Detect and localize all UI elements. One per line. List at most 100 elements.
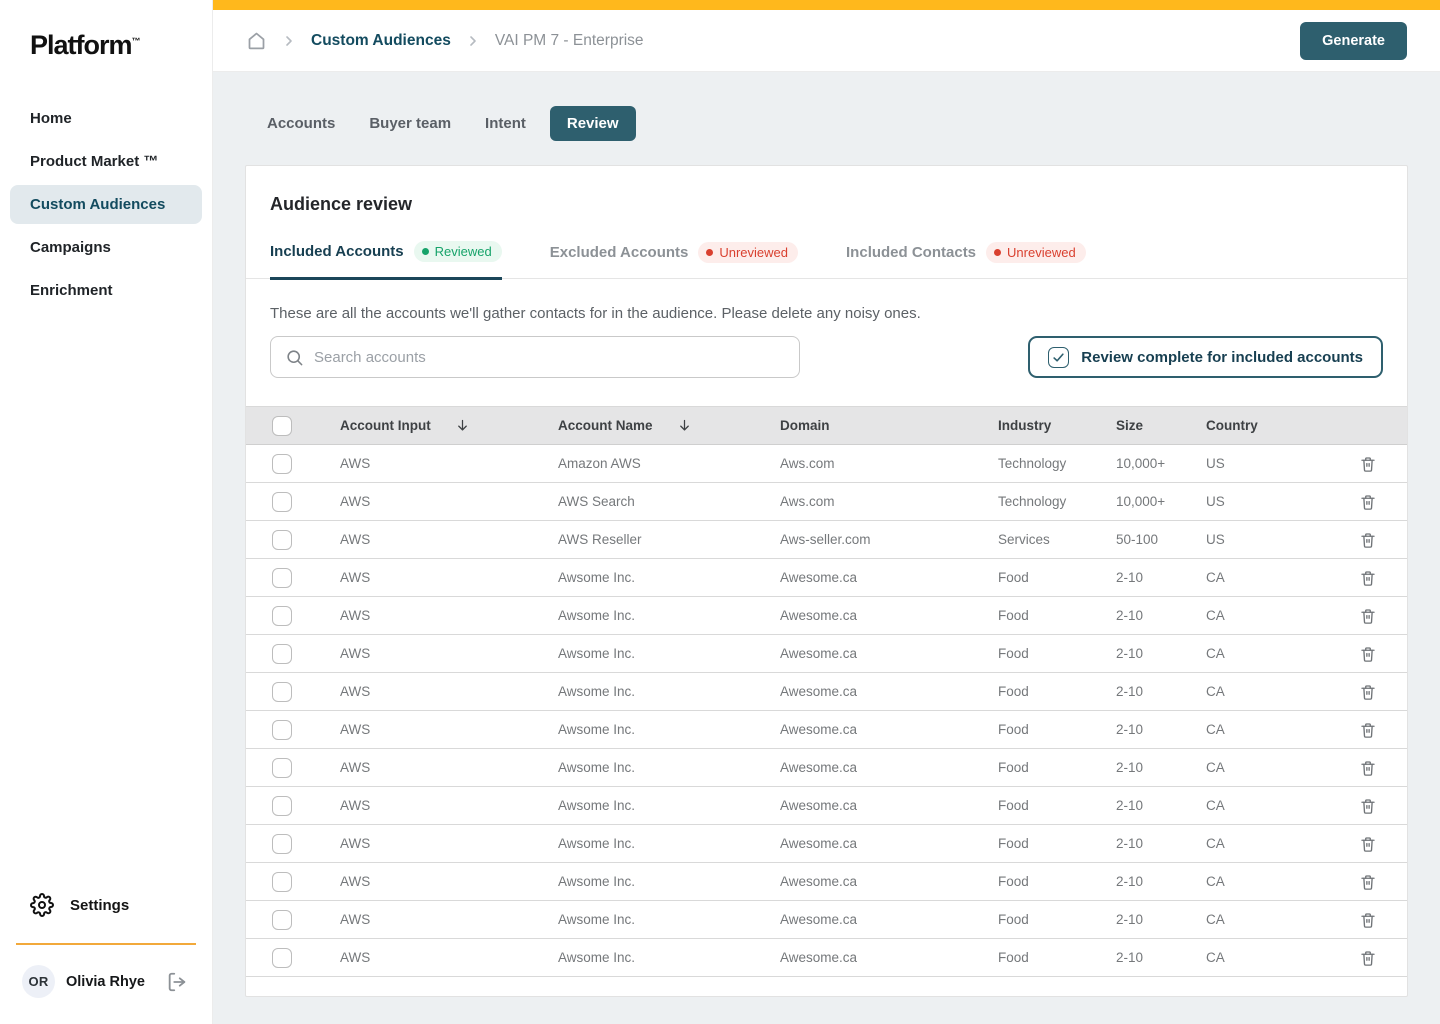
delete-row-button[interactable] — [1356, 452, 1380, 476]
row-checkbox[interactable] — [272, 568, 292, 588]
cell-size: 2-10 — [1116, 646, 1206, 661]
description-text: These are all the accounts we'll gather … — [246, 279, 1407, 322]
cell-size: 10,000+ — [1116, 456, 1206, 471]
user-profile[interactable]: OR Olivia Rhye — [0, 961, 212, 1002]
chevron-right-icon — [281, 33, 297, 49]
delete-row-button[interactable] — [1356, 832, 1380, 856]
sidebar: Platform™ Home Product Market ™ Custom A… — [0, 0, 213, 1024]
accounts-table: Account Input Account Name Domain Indust… — [246, 406, 1407, 996]
cell-account-input: AWS — [340, 646, 558, 661]
trash-icon — [1359, 493, 1377, 511]
cell-domain: Awesome.ca — [780, 722, 998, 737]
cell-industry: Services — [998, 532, 1116, 547]
tab-intent[interactable]: Intent — [475, 106, 536, 141]
column-header-industry: Industry — [998, 418, 1051, 433]
row-checkbox[interactable] — [272, 720, 292, 740]
top-header: Custom Audiences VAI PM 7 - Enterprise G… — [213, 10, 1440, 72]
select-all-checkbox[interactable] — [272, 416, 292, 436]
checked-checkbox-icon — [1048, 347, 1069, 368]
cell-country: CA — [1206, 684, 1329, 699]
sort-descending-icon[interactable] — [455, 418, 470, 433]
delete-row-button[interactable] — [1356, 642, 1380, 666]
subtab-included-contacts[interactable]: Included Contacts Unreviewed — [846, 241, 1086, 278]
settings-button[interactable]: Settings — [0, 881, 212, 929]
row-checkbox[interactable] — [272, 834, 292, 854]
row-checkbox[interactable] — [272, 910, 292, 930]
cell-industry: Technology — [998, 456, 1116, 471]
cell-industry: Food — [998, 874, 1116, 889]
table-row: AWS Awsome Inc. Awesome.ca Food 2-10 CA — [246, 939, 1407, 977]
delete-row-button[interactable] — [1356, 946, 1380, 970]
logout-button[interactable] — [164, 969, 190, 995]
row-checkbox[interactable] — [272, 606, 292, 626]
sidebar-item-product-market[interactable]: Product Market ™ — [10, 142, 202, 181]
trash-icon — [1359, 531, 1377, 549]
tab-accounts[interactable]: Accounts — [257, 106, 345, 141]
user-name: Olivia Rhye — [66, 974, 164, 990]
delete-row-button[interactable] — [1356, 756, 1380, 780]
sidebar-item-home[interactable]: Home — [10, 99, 202, 138]
delete-row-button[interactable] — [1356, 870, 1380, 894]
delete-row-button[interactable] — [1356, 680, 1380, 704]
sidebar-item-campaigns[interactable]: Campaigns — [10, 228, 202, 267]
avatar: OR — [22, 965, 55, 998]
row-checkbox[interactable] — [272, 948, 292, 968]
home-icon[interactable] — [246, 30, 267, 51]
table-row: AWS Awsome Inc. Awesome.ca Food 2-10 CA — [246, 825, 1407, 863]
tab-review[interactable]: Review — [550, 106, 636, 141]
sort-descending-icon[interactable] — [677, 418, 692, 433]
trash-icon — [1359, 455, 1377, 473]
row-checkbox[interactable] — [272, 644, 292, 664]
cell-country: CA — [1206, 722, 1329, 737]
generate-button[interactable]: Generate — [1300, 22, 1407, 60]
table-row: AWS AWS Search Aws.com Technology 10,000… — [246, 483, 1407, 521]
row-checkbox[interactable] — [272, 758, 292, 778]
status-badge-reviewed: Reviewed — [414, 241, 502, 262]
page-title: Audience review — [246, 166, 1407, 215]
cell-size: 2-10 — [1116, 760, 1206, 775]
tab-buyer-team[interactable]: Buyer team — [359, 106, 461, 141]
cell-country: CA — [1206, 836, 1329, 851]
content: Accounts Buyer team Intent Review Audien… — [213, 72, 1440, 1024]
delete-row-button[interactable] — [1356, 718, 1380, 742]
row-checkbox[interactable] — [272, 492, 292, 512]
row-checkbox[interactable] — [272, 682, 292, 702]
delete-row-button[interactable] — [1356, 566, 1380, 590]
row-checkbox[interactable] — [272, 872, 292, 892]
search-input[interactable] — [314, 349, 785, 366]
status-badge-unreviewed: Unreviewed — [986, 242, 1086, 263]
chevron-right-icon — [465, 33, 481, 49]
table-row: AWS Awsome Inc. Awesome.ca Food 2-10 CA — [246, 673, 1407, 711]
cell-domain: Awesome.ca — [780, 646, 998, 661]
delete-row-button[interactable] — [1356, 908, 1380, 932]
review-complete-button[interactable]: Review complete for included accounts — [1028, 336, 1383, 378]
subtab-included-accounts[interactable]: Included Accounts Reviewed — [270, 241, 502, 280]
cell-country: US — [1206, 494, 1329, 509]
subtab-excluded-accounts[interactable]: Excluded Accounts Unreviewed — [550, 241, 798, 278]
settings-label: Settings — [70, 897, 129, 914]
cell-account-name: Amazon AWS — [558, 456, 780, 471]
cell-size: 2-10 — [1116, 684, 1206, 699]
cell-size: 10,000+ — [1116, 494, 1206, 509]
cell-country: US — [1206, 456, 1329, 471]
row-checkbox[interactable] — [272, 454, 292, 474]
delete-row-button[interactable] — [1356, 490, 1380, 514]
delete-row-button[interactable] — [1356, 528, 1380, 552]
row-checkbox[interactable] — [272, 530, 292, 550]
cell-account-input: AWS — [340, 684, 558, 699]
cell-account-input: AWS — [340, 874, 558, 889]
cell-account-input: AWS — [340, 494, 558, 509]
cell-size: 2-10 — [1116, 874, 1206, 889]
cell-domain: Awesome.ca — [780, 684, 998, 699]
sidebar-item-custom-audiences[interactable]: Custom Audiences — [10, 185, 202, 224]
row-checkbox[interactable] — [272, 796, 292, 816]
status-badge-unreviewed: Unreviewed — [698, 242, 798, 263]
sidebar-divider — [16, 943, 196, 945]
cell-account-input: AWS — [340, 950, 558, 965]
cell-domain: Awesome.ca — [780, 798, 998, 813]
cell-industry: Food — [998, 798, 1116, 813]
delete-row-button[interactable] — [1356, 794, 1380, 818]
delete-row-button[interactable] — [1356, 604, 1380, 628]
breadcrumb-custom-audiences[interactable]: Custom Audiences — [311, 32, 451, 50]
sidebar-item-enrichment[interactable]: Enrichment — [10, 271, 202, 310]
